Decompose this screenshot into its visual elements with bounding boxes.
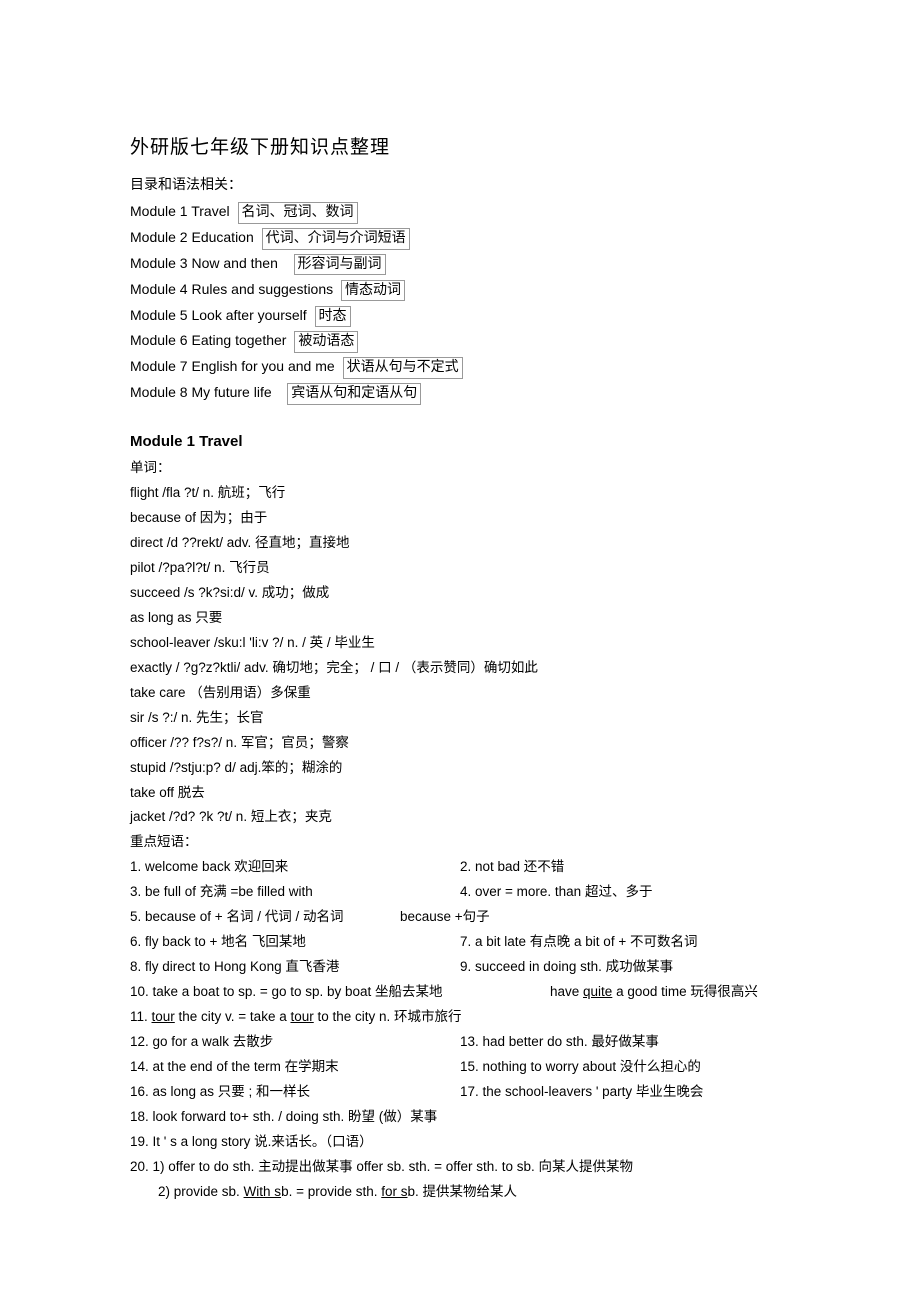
toc-module: Module 8 My future life <box>130 384 272 400</box>
phrase-entry: 18. look forward to+ sth. / doing sth. 盼… <box>130 1105 790 1130</box>
toc-grammar: 宾语从句和定语从句 <box>287 383 421 405</box>
phrase-entry: 15. nothing to worry about 没什么担心的 <box>460 1055 790 1080</box>
phrase-row: 16. as long as 只要 ; 和一样长 17. the school-… <box>130 1080 790 1105</box>
phrase-entry: 2) provide sb. With sb. = provide sth. f… <box>130 1180 790 1205</box>
vocab-entry: take off 脱去 <box>130 781 790 806</box>
phrase-entry: 16. as long as 只要 ; 和一样长 <box>130 1080 460 1105</box>
phrase-entry: 19. It ' s a long story 说.来话长。（口语） <box>130 1130 790 1155</box>
vocab-entry: direct /d ??rekt/ adv. 径直地；直接地 <box>130 531 790 556</box>
phrase-row: 14. at the end of the term 在学期末 15. noth… <box>130 1055 790 1080</box>
toc-grammar: 情态动词 <box>341 280 405 302</box>
toc-item-8: Module 8 My future life 宾语从句和定语从句 <box>130 380 790 406</box>
toc-module: Module 3 Now and then <box>130 255 278 271</box>
phrase-entry: because +句子 <box>400 905 790 930</box>
toc-module: Module 7 English for you and me <box>130 358 335 374</box>
phrase-entry: 7. a bit late 有点晚 a bit of + 不可数名词 <box>460 930 790 955</box>
vocab-entry: officer /?? f?s?/ n. 军官；官员；警察 <box>130 731 790 756</box>
document-page: 外研版七年级下册知识点整理 目录和语法相关： Module 1 Travel 名… <box>0 0 920 1303</box>
phrase-row: 1. welcome back 欢迎回来 2. not bad 还不错 <box>130 855 790 880</box>
phrase-entry: 17. the school-leavers ' party 毕业生晚会 <box>460 1080 790 1105</box>
module-1-heading: Module 1 Travel <box>130 428 790 456</box>
vocab-entry: jacket /?d? ?k ?t/ n. 短上衣；夹克 <box>130 805 790 830</box>
vocab-label: 单词： <box>130 456 790 481</box>
phrase-entry: 11. tour the city v. = take a tour to th… <box>130 1005 790 1030</box>
toc-item-2: Module 2 Education 代词、介词与介词短语 <box>130 225 790 251</box>
phrase-entry: 5. because of + 名词 / 代词 / 动名词 <box>130 905 400 930</box>
vocab-entry: succeed /s ?k?si:d/ v. 成功；做成 <box>130 581 790 606</box>
phrase-entry: 10. take a boat to sp. = go to sp. by bo… <box>130 980 550 1005</box>
vocab-entry: exactly / ?g?z?ktli/ adv. 确切地；完全； / 口 / … <box>130 656 790 681</box>
vocab-entry: flight /fla ?t/ n. 航班；飞行 <box>130 481 790 506</box>
toc-module: Module 1 Travel <box>130 203 230 219</box>
vocab-entry: pilot /?pa?l?t/ n. 飞行员 <box>130 556 790 581</box>
toc-item-6: Module 6 Eating together 被动语态 <box>130 328 790 354</box>
phrases-label: 重点短语： <box>130 830 790 855</box>
phrase-row: 8. fly direct to Hong Kong 直飞香港 9. succe… <box>130 955 790 980</box>
toc-grammar: 名词、冠词、数词 <box>238 202 358 224</box>
phrase-entry: 12. go for a walk 去散步 <box>130 1030 460 1055</box>
toc-item-5: Module 5 Look after yourself 时态 <box>130 303 790 329</box>
phrase-row: 10. take a boat to sp. = go to sp. by bo… <box>130 980 790 1005</box>
phrase-entry: 1. welcome back 欢迎回来 <box>130 855 460 880</box>
toc-item-4: Module 4 Rules and suggestions 情态动词 <box>130 277 790 303</box>
toc-item-3: Module 3 Now and then 形容词与副词 <box>130 251 790 277</box>
phrase-entry: 6. fly back to + 地名 飞回某地 <box>130 930 460 955</box>
toc-item-1: Module 1 Travel 名词、冠词、数词 <box>130 199 790 225</box>
phrase-entry: have quite a good time 玩得很高兴 <box>550 980 790 1005</box>
toc-grammar: 形容词与副词 <box>294 254 386 276</box>
toc-grammar: 被动语态 <box>294 331 358 353</box>
vocab-entry: sir /s ?:/ n. 先生；长官 <box>130 706 790 731</box>
phrase-row: 6. fly back to + 地名 飞回某地 7. a bit late 有… <box>130 930 790 955</box>
toc-item-7: Module 7 English for you and me 状语从句与不定式 <box>130 354 790 380</box>
phrase-entry: 2. not bad 还不错 <box>460 855 790 880</box>
vocab-entry: school-leaver /sku:l 'li:v ?/ n. / 英 / 毕… <box>130 631 790 656</box>
phrase-entry: 3. be full of 充满 =be filled with <box>130 880 460 905</box>
toc-module: Module 6 Eating together <box>130 332 286 348</box>
phrase-entry: 9. succeed in doing sth. 成功做某事 <box>460 955 790 980</box>
vocab-entry: as long as 只要 <box>130 606 790 631</box>
phrase-row: 3. be full of 充满 =be filled with 4. over… <box>130 880 790 905</box>
phrase-row: 5. because of + 名词 / 代词 / 动名词 because +句… <box>130 905 790 930</box>
phrase-entry: 8. fly direct to Hong Kong 直飞香港 <box>130 955 460 980</box>
vocab-entry: take care （告别用语）多保重 <box>130 681 790 706</box>
page-title: 外研版七年级下册知识点整理 <box>130 130 790 165</box>
phrase-entry: 13. had better do sth. 最好做某事 <box>460 1030 790 1055</box>
vocab-entry: because of 因为；由于 <box>130 506 790 531</box>
toc-grammar: 代词、介词与介词短语 <box>262 228 410 250</box>
phrase-entry: 20. 1) offer to do sth. 主动提出做某事 offer sb… <box>130 1155 790 1180</box>
phrase-entry: 4. over = more. than 超过、多于 <box>460 880 790 905</box>
vocab-entry: stupid /?stju:p? d/ adj.笨的；糊涂的 <box>130 756 790 781</box>
phrase-row: 12. go for a walk 去散步 13. had better do … <box>130 1030 790 1055</box>
toc-module: Module 5 Look after yourself <box>130 307 307 323</box>
toc-grammar: 时态 <box>315 306 351 328</box>
toc-module: Module 4 Rules and suggestions <box>130 281 333 297</box>
toc-grammar: 状语从句与不定式 <box>343 357 463 379</box>
phrase-entry: 14. at the end of the term 在学期末 <box>130 1055 460 1080</box>
toc-module: Module 2 Education <box>130 229 254 245</box>
toc-header: 目录和语法相关： <box>130 173 790 199</box>
